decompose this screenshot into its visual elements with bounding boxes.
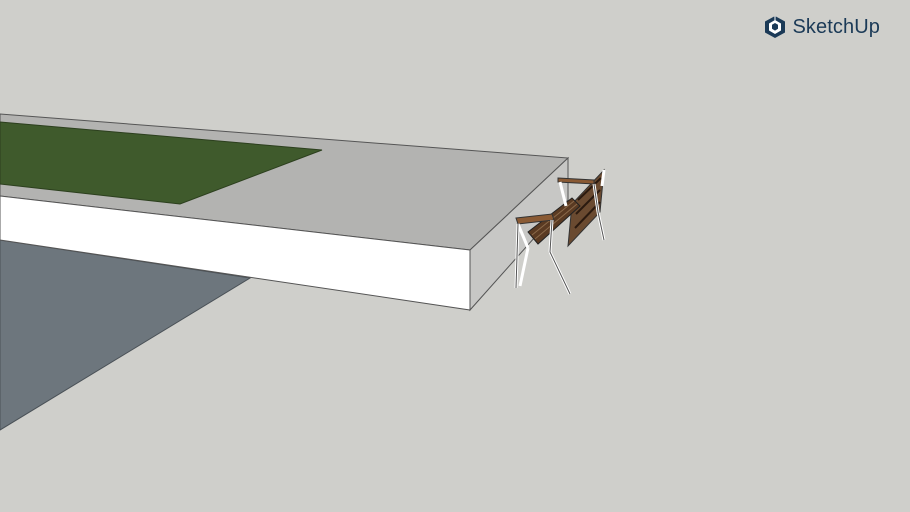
sketchup-brand-link[interactable]: SketchUp: [764, 15, 880, 39]
3d-scene[interactable]: [0, 0, 910, 512]
model-viewport[interactable]: SketchUp: [0, 0, 910, 512]
brand-label: SketchUp: [792, 15, 880, 38]
sketchup-logo-icon: [764, 15, 786, 39]
